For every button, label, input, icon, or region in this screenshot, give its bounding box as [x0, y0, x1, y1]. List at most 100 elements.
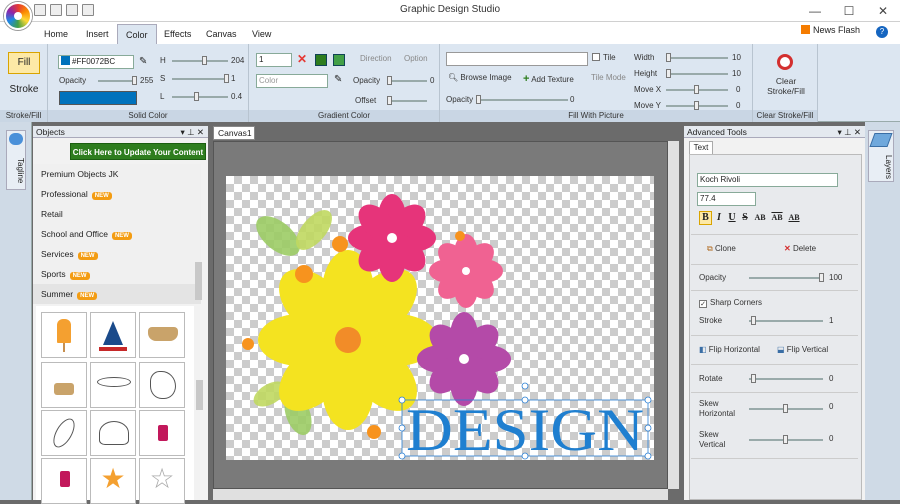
- rotate-slider[interactable]: [749, 374, 823, 383]
- tab-insert[interactable]: Insert: [78, 24, 117, 44]
- color-hex-dropdown[interactable]: #FF0072BC: [58, 55, 134, 69]
- eyedropper-icon[interactable]: ✎: [334, 74, 342, 85]
- sandcastle-small-thumbnail[interactable]: [41, 362, 87, 408]
- fill-picture-group: Tile 🔍︎ Browse Image + Add Texture Tile …: [440, 44, 753, 122]
- maximize-icon[interactable]: ☐: [832, 0, 866, 22]
- strikethrough-button[interactable]: S: [739, 211, 751, 225]
- star-outline-thumbnail[interactable]: ☆: [139, 458, 185, 504]
- gradient-color-dropdown[interactable]: Color: [256, 74, 328, 88]
- opacity-slider[interactable]: [98, 76, 137, 85]
- picture-opacity-slider[interactable]: [476, 95, 568, 104]
- height-slider[interactable]: [666, 69, 728, 78]
- skew-horizontal-slider[interactable]: [749, 404, 823, 413]
- help-icon[interactable]: ?: [876, 26, 888, 38]
- list-item[interactable]: School and Office NEW: [33, 224, 201, 244]
- sailboat-thumbnail[interactable]: [90, 312, 136, 358]
- app-menu-orb-icon[interactable]: [4, 2, 32, 30]
- tab-view[interactable]: View: [244, 24, 279, 44]
- coral2-thumbnail[interactable]: [41, 458, 87, 504]
- update-content-button[interactable]: Click Here to Update Your Content: [70, 143, 206, 160]
- flip-horizontal-button[interactable]: ◧ Flip Horizontal: [699, 345, 760, 354]
- canvas-vertical-scrollbar[interactable]: [668, 141, 679, 489]
- offset-slider[interactable]: [387, 96, 427, 105]
- thumbnail-scrollbar[interactable]: [196, 380, 203, 410]
- direction-label[interactable]: Direction: [360, 54, 392, 63]
- gradient-opacity-slider[interactable]: [387, 76, 427, 85]
- flip-vertical-button[interactable]: ⬓ Flip Vertical: [777, 345, 828, 354]
- popsicle-thumbnail[interactable]: [41, 312, 87, 358]
- hue-slider[interactable]: [172, 56, 228, 65]
- panel-menu-icons[interactable]: ▾ ⊥ ✕: [837, 126, 861, 138]
- new-badge: NEW: [91, 192, 112, 200]
- adv-opacity-value: 100: [829, 273, 843, 282]
- italic-button[interactable]: I: [713, 211, 725, 225]
- starfish-thumbnail[interactable]: ★: [90, 458, 136, 504]
- tab-canvas[interactable]: Canvas: [198, 24, 245, 44]
- sharp-corners-checkbox[interactable]: ✓ Sharp Corners: [699, 298, 762, 308]
- artwork[interactable]: DESIGN: [226, 176, 654, 460]
- canvas-horizontal-scrollbar[interactable]: [213, 489, 668, 500]
- subscript-button[interactable]: AB: [786, 211, 802, 225]
- option-label[interactable]: Option: [404, 54, 428, 63]
- movey-label: Move Y: [634, 101, 661, 110]
- picture-path-field[interactable]: [446, 52, 588, 66]
- design-text[interactable]: DESIGN: [406, 397, 644, 460]
- movey-slider[interactable]: [666, 101, 728, 110]
- adv-opacity-label: Opacity: [699, 273, 727, 282]
- movex-slider[interactable]: [666, 85, 728, 94]
- shell-thumbnail[interactable]: [139, 362, 185, 408]
- list-item[interactable]: Professional NEW: [33, 184, 201, 204]
- remove-stop-icon[interactable]: ✕: [297, 52, 307, 66]
- shark-thumbnail[interactable]: [90, 362, 136, 408]
- width-slider[interactable]: [666, 53, 728, 62]
- offset-label: Offset: [355, 96, 377, 105]
- stroke-slider[interactable]: [749, 316, 823, 325]
- clear-icon[interactable]: [777, 54, 793, 70]
- tab-color[interactable]: Color: [117, 24, 157, 44]
- delete-button[interactable]: ✕ Delete: [784, 244, 816, 253]
- clear-stroke-fill-button[interactable]: Clear Stroke/Fill: [759, 76, 813, 96]
- adv-opacity-slider[interactable]: [749, 273, 824, 282]
- height-label: Height: [634, 69, 658, 78]
- sandcastle-thumbnail[interactable]: [139, 312, 185, 358]
- overline-button[interactable]: AB: [769, 211, 785, 225]
- list-item[interactable]: Premium Objects JK: [33, 164, 201, 184]
- tab-effects[interactable]: Effects: [156, 24, 199, 44]
- underline-button[interactable]: U: [726, 211, 738, 225]
- list-item[interactable]: Sports NEW: [33, 264, 201, 284]
- gradient-stops-dropdown[interactable]: 1: [256, 53, 292, 67]
- tab-text[interactable]: Text: [689, 141, 713, 154]
- advanced-panel-header: Advanced Tools ▾ ⊥ ✕: [684, 126, 865, 138]
- tile-checkbox[interactable]: Tile: [592, 53, 616, 62]
- fill-button[interactable]: Fill: [8, 52, 40, 74]
- add-texture-button[interactable]: + Add Texture: [523, 73, 574, 85]
- news-flash-link[interactable]: News Flash: [800, 25, 860, 35]
- lightness-slider[interactable]: [172, 92, 228, 101]
- gradient-stop-green2-icon[interactable]: [333, 54, 345, 66]
- tab-home[interactable]: Home: [36, 24, 76, 44]
- eyedropper-icon[interactable]: ✎: [139, 56, 147, 67]
- font-size-dropdown[interactable]: 77.4: [697, 192, 756, 206]
- list-item[interactable]: Services NEW: [33, 244, 201, 264]
- browse-image-button[interactable]: 🔍︎ Browse Image: [448, 73, 512, 82]
- scallop-thumbnail[interactable]: [90, 410, 136, 456]
- minimize-icon[interactable]: —: [798, 0, 832, 22]
- tile-mode-dropdown[interactable]: Tile Mode: [591, 73, 626, 82]
- coral-thumbnail[interactable]: [139, 410, 185, 456]
- gradient-stop-green-icon[interactable]: [315, 54, 327, 66]
- list-item[interactable]: Retail: [33, 204, 201, 224]
- conch-thumbnail[interactable]: [41, 410, 87, 456]
- clone-button[interactable]: ⧉ Clone: [707, 244, 736, 254]
- stroke-button[interactable]: Stroke: [4, 84, 44, 95]
- skew-vertical-slider[interactable]: [749, 435, 823, 444]
- font-family-dropdown[interactable]: Koch Rivoli: [697, 173, 838, 187]
- panel-menu-icons[interactable]: ▾ ⊥ ✕: [180, 126, 204, 138]
- saturation-slider[interactable]: [172, 74, 229, 83]
- tab-canvas1[interactable]: Canvas1: [213, 126, 255, 140]
- color-preview-swatch[interactable]: [59, 91, 137, 105]
- superscript-button[interactable]: AB: [752, 211, 768, 225]
- category-scrollbar[interactable]: [195, 262, 202, 300]
- close-icon[interactable]: ✕: [866, 0, 900, 22]
- list-item-selected[interactable]: Summer NEW: [33, 284, 201, 304]
- bold-button[interactable]: B: [699, 211, 712, 225]
